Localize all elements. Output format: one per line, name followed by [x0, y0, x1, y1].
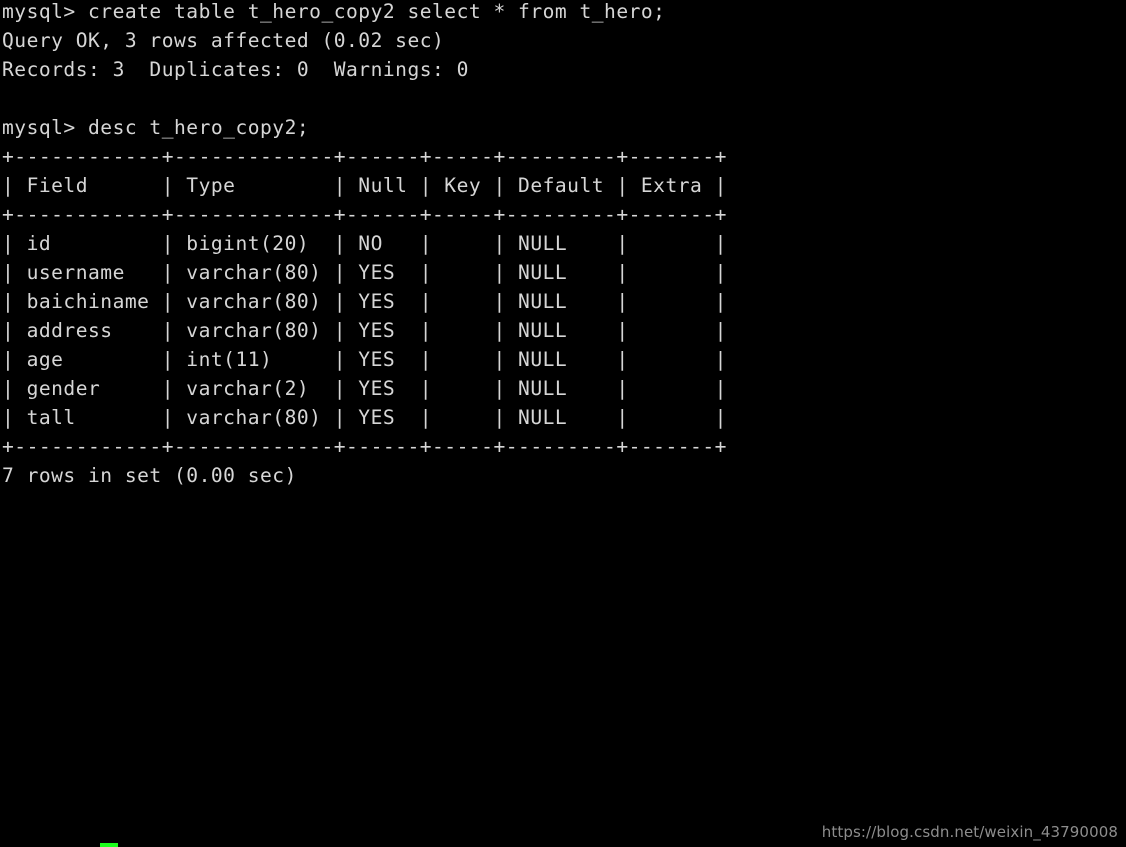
terminal-output: mysql> create table t_hero_copy2 select … [2, 0, 727, 487]
terminal-cursor [100, 843, 118, 847]
watermark-text: https://blog.csdn.net/weixin_43790008 [821, 823, 1118, 841]
terminal-window[interactable]: mysql> create table t_hero_copy2 select … [0, 0, 1126, 847]
